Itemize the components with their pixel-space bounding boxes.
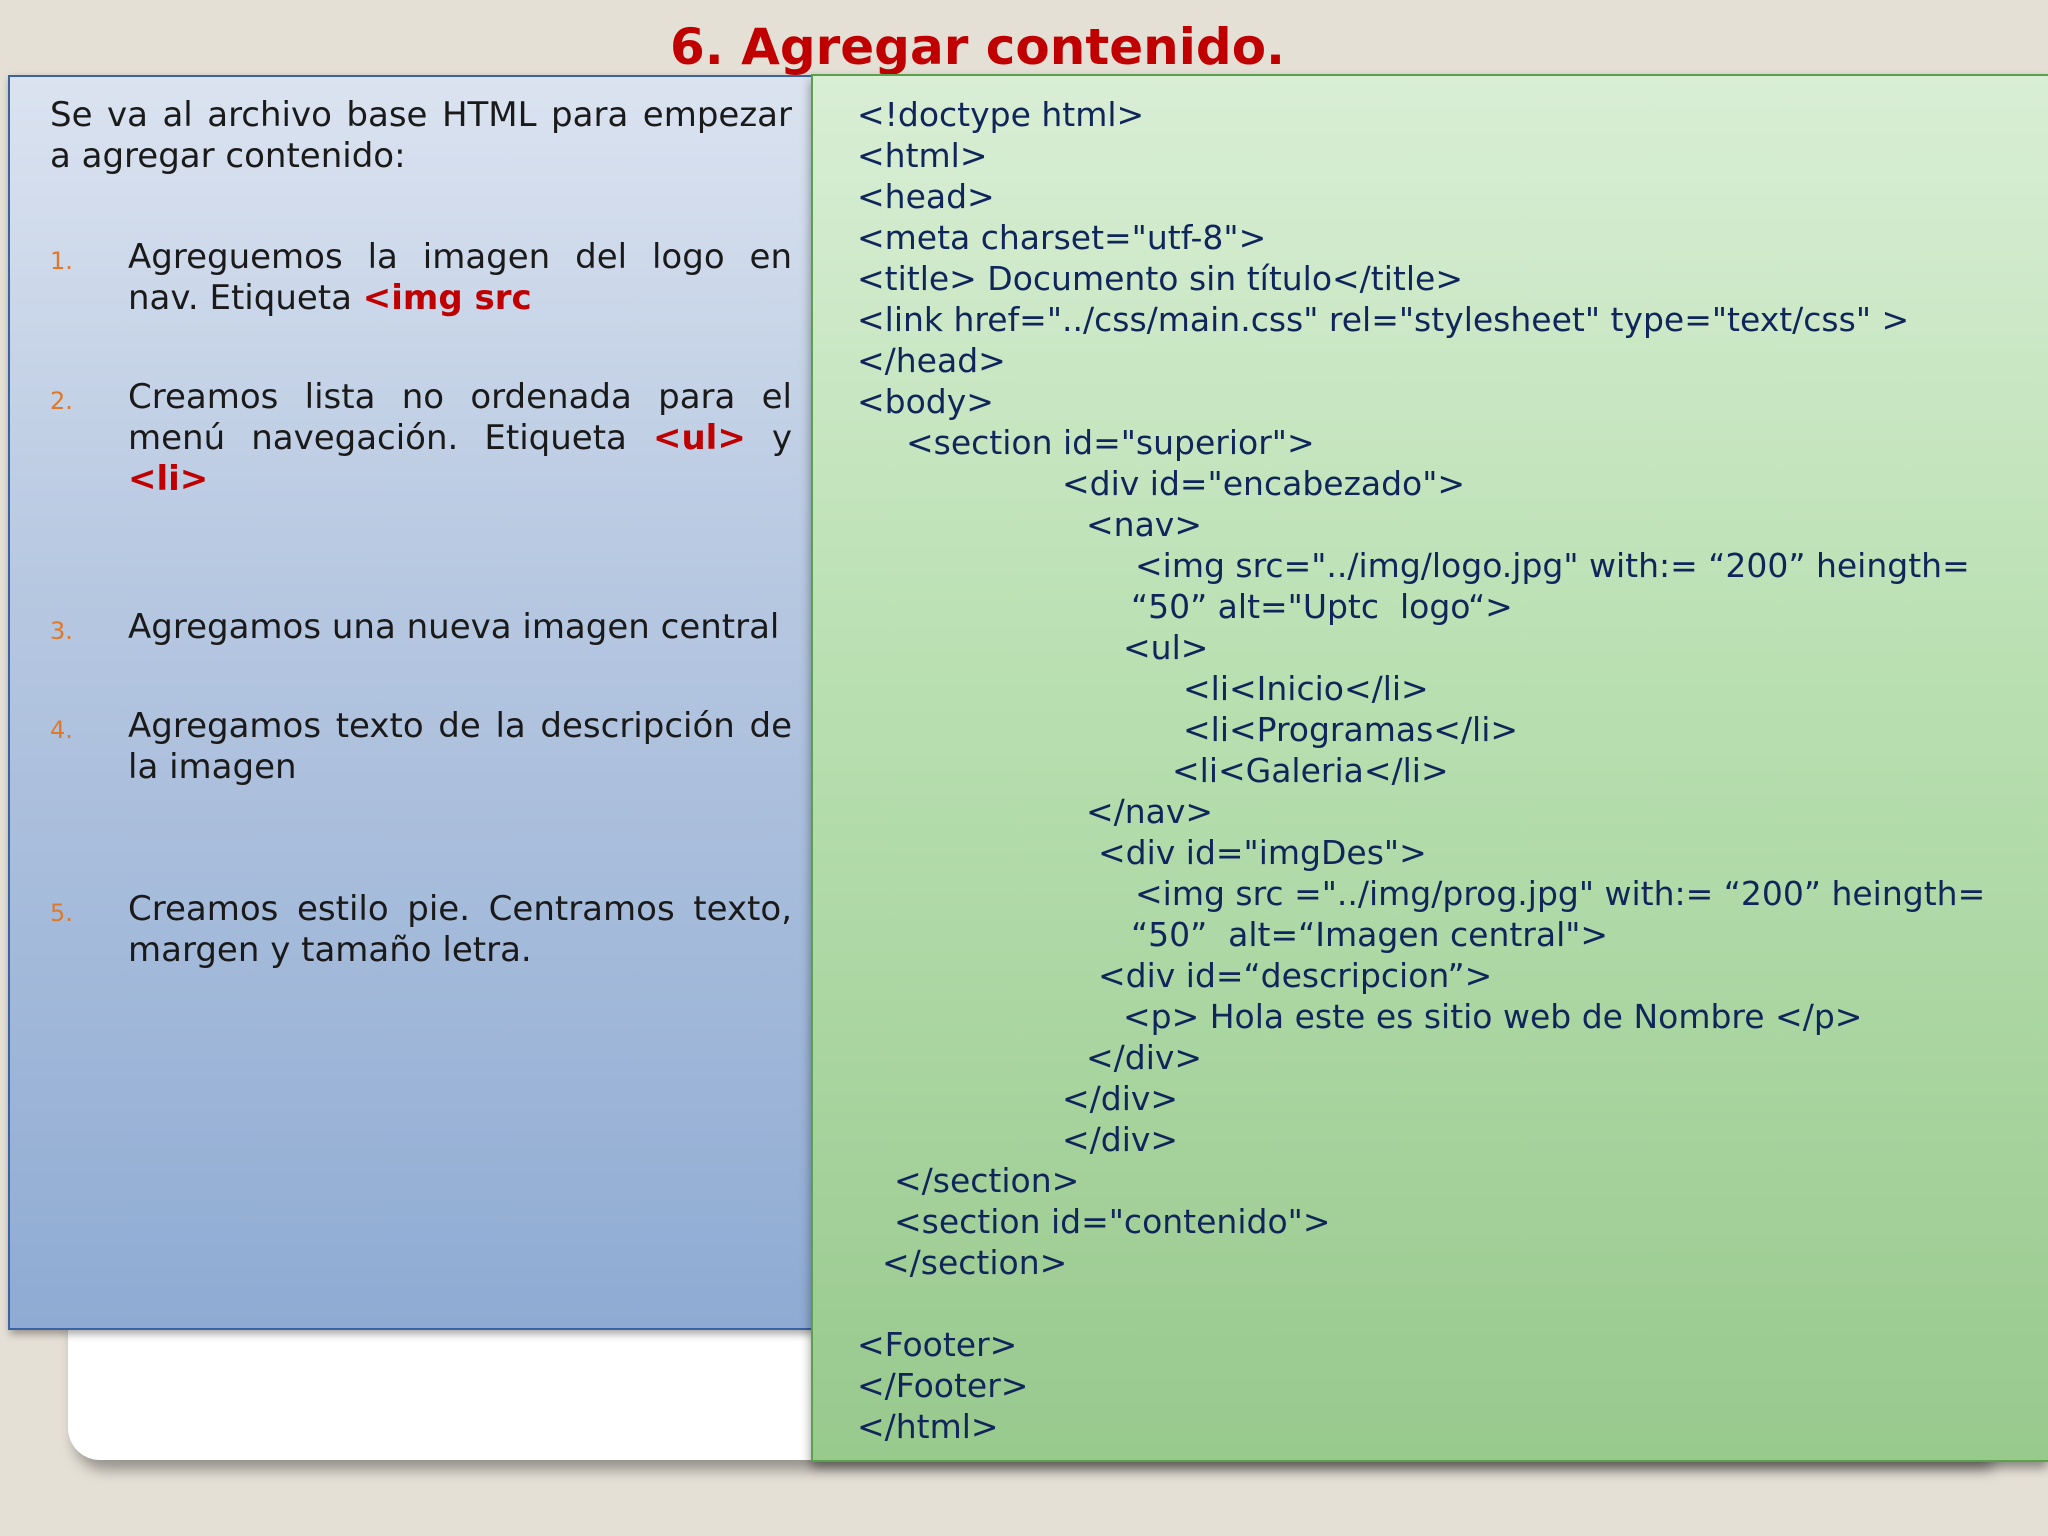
intro-text: Se va al archivo base HTML para empezar … bbox=[50, 95, 792, 176]
code-line-6: <link href="../css/main.css" rel="styles… bbox=[857, 300, 1910, 339]
html-tag: <li> bbox=[128, 459, 209, 499]
code-line-17: <li<Galeria</li> bbox=[1172, 751, 1449, 790]
step-number: 3. bbox=[50, 617, 73, 645]
code-line-29: </section> bbox=[882, 1243, 1068, 1282]
code-line-8: <body> bbox=[857, 382, 994, 421]
step-text: Creamos lista no ordenada para el menú n… bbox=[128, 377, 792, 500]
code-line-5: <title> Documento sin título</title> bbox=[857, 259, 1463, 298]
step-number: 5. bbox=[50, 899, 73, 927]
code-line-14: <ul> bbox=[1123, 628, 1209, 667]
code-line-12: <img src="../img/logo.jpg" with:= “200” … bbox=[1135, 546, 1970, 585]
code-line-26: </div> bbox=[1062, 1120, 1179, 1159]
slide-title: 6. Agregar contenido. bbox=[669, 18, 1286, 76]
code-line-19: <div id="imgDes"> bbox=[1098, 833, 1427, 872]
step-text: Creamos estilo pie. Centramos texto, mar… bbox=[128, 889, 792, 970]
step-number: 2. bbox=[50, 387, 73, 415]
code-line-21: “50” alt=“Imagen central"> bbox=[1131, 915, 1609, 954]
code-line-32: </Footer> bbox=[857, 1366, 1029, 1405]
code-line-24: </div> bbox=[1086, 1038, 1203, 1077]
code-line-16: <li<Programas</li> bbox=[1183, 710, 1519, 749]
step-text-part: y bbox=[745, 418, 793, 458]
code-panel: <!doctype html> <html> <head> <meta char… bbox=[811, 74, 2048, 1462]
code-line-23: <p> Hola este es sitio web de Nombre </p… bbox=[1123, 997, 1863, 1036]
code-line-20: <img src ="../img/prog.jpg" with:= “200”… bbox=[1135, 874, 1986, 913]
code-line-10: <div id="encabezado"> bbox=[1062, 464, 1466, 503]
code-line-13: “50” alt="Uptc logo“> bbox=[1131, 587, 1513, 626]
code-line-11: <nav> bbox=[1086, 505, 1202, 544]
step-number: 4. bbox=[50, 716, 73, 744]
step-number: 1. bbox=[50, 247, 73, 275]
code-line-9: <section id="superior"> bbox=[906, 423, 1315, 462]
code-line-7: </head> bbox=[857, 341, 1006, 380]
code-line-15: <li<Inicio</li> bbox=[1183, 669, 1429, 708]
code-line-4: <meta charset="utf-8"> bbox=[857, 218, 1267, 257]
step-text: Agregamos una nueva imagen central bbox=[128, 607, 780, 647]
step-text: Agreguemos la imagen del logo en nav. Et… bbox=[128, 237, 792, 319]
code-line-22: <div id=“descripcion”> bbox=[1098, 956, 1493, 995]
code-line-2: <html> bbox=[857, 136, 988, 175]
instructions-panel: Se va al archivo base HTML para empezar … bbox=[8, 75, 814, 1330]
code-line-31: <Footer> bbox=[857, 1325, 1018, 1364]
code-line-25: </div> bbox=[1062, 1079, 1179, 1118]
code-line-3: <head> bbox=[857, 177, 995, 216]
code-line-27: </section> bbox=[894, 1161, 1080, 1200]
code-line-1: <!doctype html> bbox=[857, 95, 1145, 134]
html-tag: <img src bbox=[362, 278, 532, 318]
step-text: Agregamos texto de la descripción de la … bbox=[128, 706, 792, 787]
code-line-18: </nav> bbox=[1086, 792, 1214, 831]
code-line-33: </html> bbox=[857, 1407, 999, 1446]
html-tag: <ul> bbox=[652, 418, 746, 458]
code-line-28: <section id="contenido"> bbox=[894, 1202, 1331, 1241]
